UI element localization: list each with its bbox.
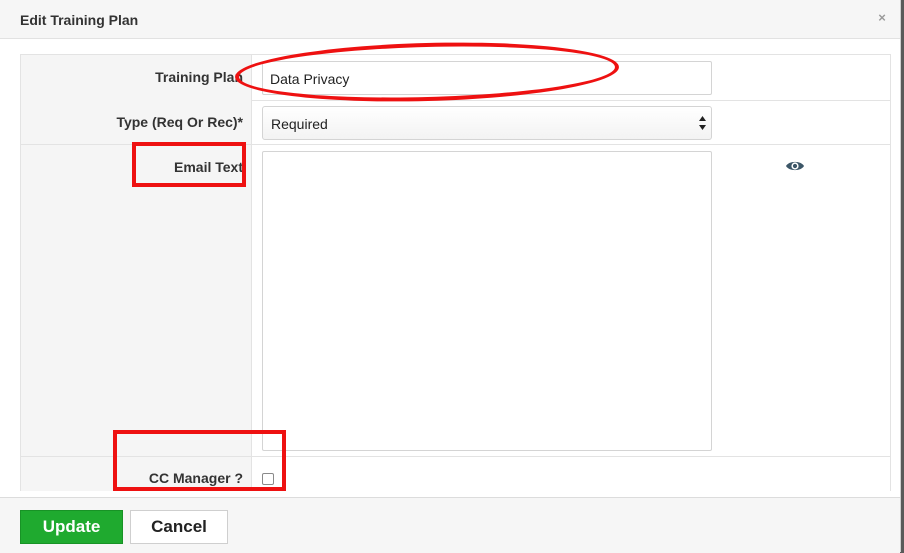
form-table: Training Plan Data Privacy Type (Req Or … <box>20 54 891 491</box>
eye-icon[interactable] <box>785 159 805 173</box>
type-selected-value: Required <box>271 116 328 132</box>
type-select[interactable]: Required <box>262 106 712 140</box>
modal-title: Edit Training Plan <box>20 12 139 28</box>
cancel-button[interactable]: Cancel <box>130 510 228 544</box>
cc-manager-label-cell: CC Manager ? <box>21 457 252 491</box>
cc-manager-row: CC Manager ? <box>21 457 890 491</box>
email-text-label-cell: Email Text <box>21 145 252 456</box>
type-row: Type (Req Or Rec)* Required <box>21 100 890 145</box>
cc-manager-label: CC Manager ? <box>148 470 243 486</box>
type-label: Type (Req Or Rec)* <box>116 114 243 130</box>
training-plan-label: Training Plan <box>155 69 243 85</box>
update-button[interactable]: Update <box>20 510 123 544</box>
type-label-cell: Type (Req Or Rec)* <box>21 100 252 144</box>
training-plan-label-cell: Training Plan <box>21 55 252 100</box>
training-plan-value: Data Privacy <box>270 71 350 87</box>
email-text-textarea[interactable] <box>262 151 712 451</box>
close-icon[interactable]: × <box>874 10 890 26</box>
training-plan-row: Training Plan Data Privacy <box>21 55 890 101</box>
training-plan-input[interactable]: Data Privacy <box>262 61 712 95</box>
edit-training-plan-modal: Edit Training Plan × Training Plan Data … <box>0 0 901 553</box>
modal-header: Edit Training Plan × <box>0 0 900 39</box>
email-text-label: Email Text <box>174 159 243 175</box>
modal-footer: Update Cancel <box>0 497 900 553</box>
cc-manager-checkbox[interactable] <box>262 473 274 485</box>
select-arrows-icon <box>699 116 706 130</box>
email-text-row: Email Text <box>21 145 890 457</box>
